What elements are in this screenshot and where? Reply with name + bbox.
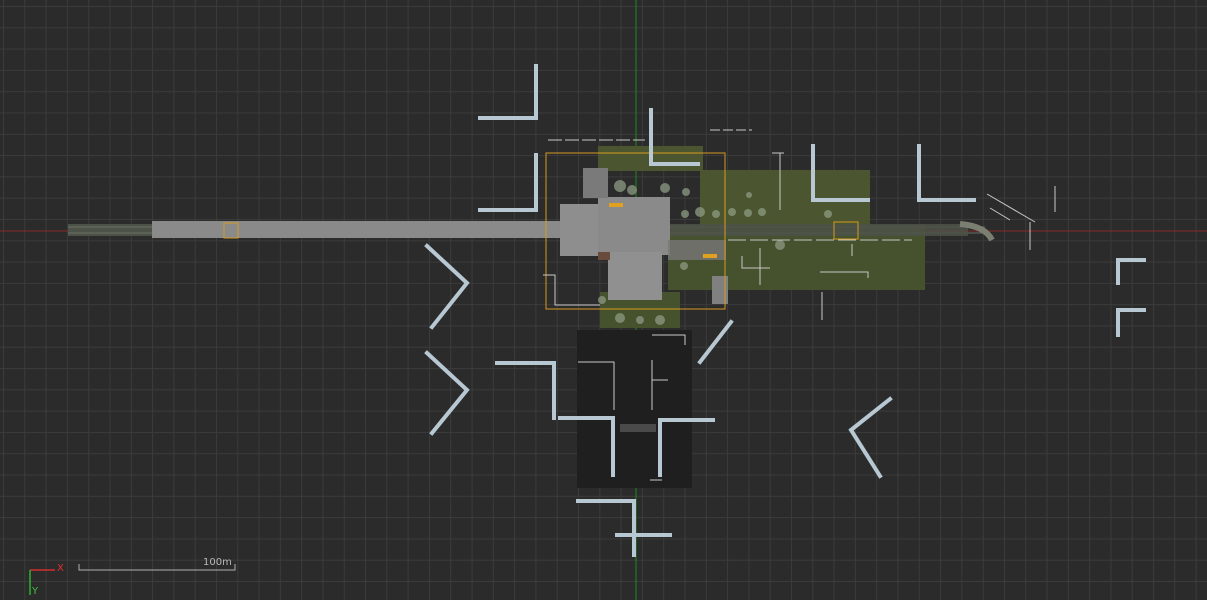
dark-ground-block (577, 330, 692, 488)
station-annex (712, 276, 728, 304)
axis-gizmo (29, 569, 55, 595)
scene-layer (0, 0, 1207, 600)
brown-roof (598, 252, 610, 260)
station-building (608, 252, 662, 300)
axis-x-label: X (57, 563, 64, 574)
wall-segments (424, 64, 1146, 557)
footbridge (668, 240, 726, 260)
station-building (598, 197, 670, 255)
station-roof (583, 168, 608, 198)
scale-bar-label: 100m (203, 557, 232, 568)
railway-track (668, 224, 968, 236)
platform (152, 221, 562, 238)
selection-marker (703, 254, 717, 258)
axis-y-label: Y (32, 586, 39, 597)
selection-marker (609, 203, 623, 207)
map-viewport[interactable]: 100m X Y (0, 0, 1207, 600)
dark-path (620, 424, 656, 432)
railway-track (68, 224, 163, 236)
station-building (560, 204, 602, 256)
